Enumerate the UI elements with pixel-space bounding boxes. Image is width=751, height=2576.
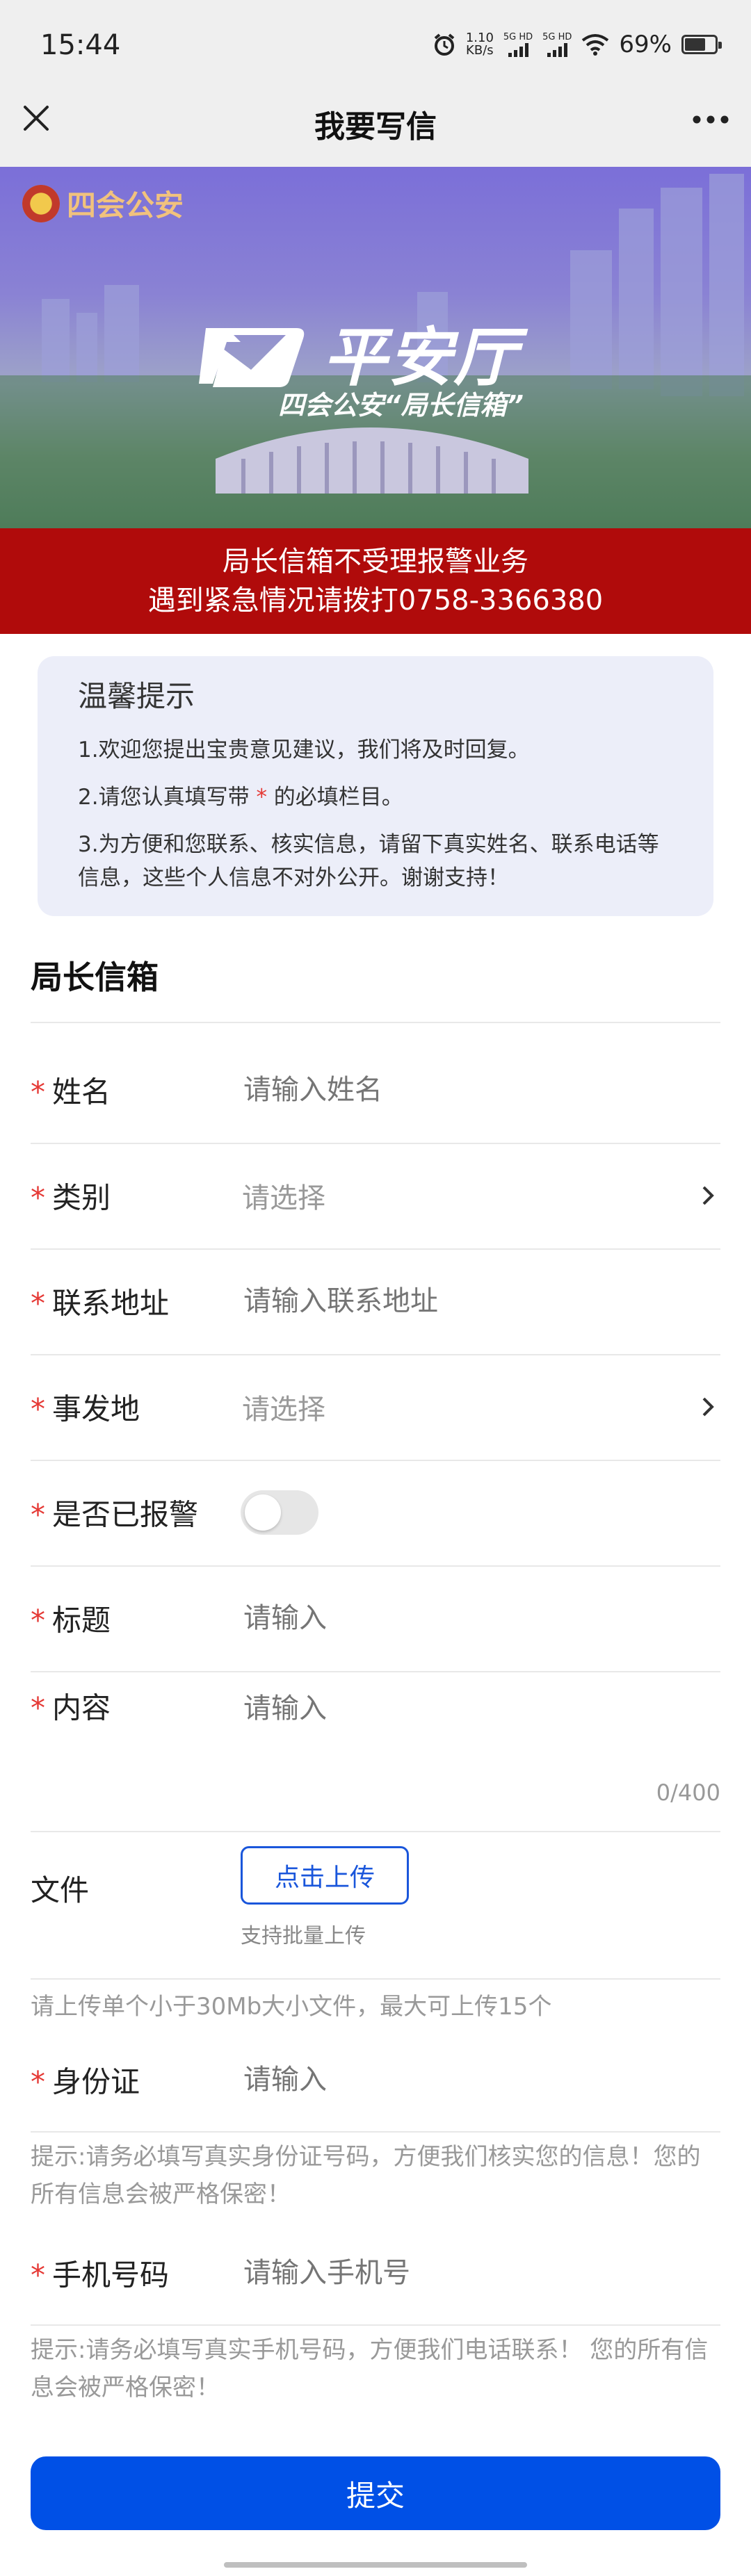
divider (31, 2131, 720, 2133)
page-title: 我要写信 (314, 109, 437, 145)
phone-hint: 提示:请务必填写真实手机号码，方便我们电话联系！ 您的所有信息会被严格保密！ (31, 2336, 709, 2402)
wifi-icon (582, 34, 609, 56)
file-label: 文件 (31, 1873, 90, 1907)
required-star: * (31, 2064, 45, 2099)
name-label: 姓名 (52, 1075, 111, 1109)
address-label: 联系地址 (52, 1286, 170, 1321)
content-label: 内容 (52, 1690, 111, 1725)
chevron-right-icon (702, 1397, 714, 1417)
more-icon[interactable] (691, 106, 730, 133)
subject-label: 标题 (52, 1603, 111, 1638)
char-counter: 0/400 (656, 1779, 720, 1806)
police-logo: 四会公安 (22, 182, 184, 225)
subject-row: * 标题 (31, 1565, 720, 1671)
location-label: 事发地 (52, 1392, 140, 1426)
required-star: * (31, 2258, 45, 2292)
upload-hint: 支持批量上传 (241, 1924, 366, 1948)
status-icons: 1.10 KB/s 5G HD 5G HD 69% (433, 29, 722, 60)
brand-subtitle: 四会公安“局长信箱” (278, 390, 524, 421)
emergency-notice: 局长信箱不受理报警业务 遇到紧急情况请拨打0758-3366380 (0, 528, 751, 634)
id-card-label: 身份证 (52, 2064, 140, 2099)
category-select[interactable]: 请选择 (242, 1175, 687, 1216)
subject-input[interactable] (242, 1601, 690, 1635)
tips-item: 1.欢迎您提出宝贵意见建议，我们将及时回复。 (78, 737, 530, 763)
section-title: 局长信箱 (31, 959, 159, 996)
location-select[interactable]: 请选择 (242, 1387, 687, 1427)
phone-row: * 手机号码 (31, 2222, 720, 2324)
file-note: 请上传单个小于30Mb大小文件，最大可上传15个 (31, 1993, 552, 2021)
required-star: * (31, 1286, 45, 1321)
mail-icon (199, 327, 305, 387)
status-time: 15:44 (40, 29, 121, 61)
battery-icon (681, 35, 722, 54)
required-star: * (256, 785, 267, 810)
reported-label: 是否已报警 (52, 1497, 199, 1532)
address-row: * 联系地址 (31, 1248, 720, 1354)
name-input[interactable] (242, 1073, 690, 1107)
required-star: * (31, 1690, 45, 1725)
network-speed: 1.10 KB/s (465, 31, 494, 58)
signal-icon: 5G HD (503, 33, 533, 57)
phone-input[interactable] (242, 2256, 690, 2290)
name-row: * 姓名 (31, 1037, 720, 1143)
reported-row: * 是否已报警 (31, 1460, 720, 1565)
submit-button[interactable]: 提交 (31, 2456, 720, 2530)
divider (31, 1978, 720, 1980)
id-card-hint: 提示:请务必填写真实身份证号码，方便我们核实您的信息！您的所有信息会被严格保密！ (31, 2143, 701, 2208)
tips-title: 温馨提示 (78, 679, 195, 713)
divider (31, 1022, 720, 1023)
content-row: * 内容 (31, 1671, 720, 1741)
toggle-knob (245, 1494, 281, 1531)
tips-item: 2.请您认真填写带 * 的必填栏目。 (78, 785, 403, 810)
category-label: 类别 (52, 1180, 111, 1215)
phone-label: 手机号码 (52, 2258, 170, 2292)
divider (31, 2324, 720, 2326)
required-star: * (31, 1497, 45, 1532)
home-indicator[interactable] (224, 2562, 527, 2568)
reported-toggle[interactable] (241, 1490, 318, 1535)
content-textarea[interactable] (242, 1692, 690, 1725)
tips-item: 3.为方便和您联系、核实信息，请留下真实姓名、联系电话等信息，这些个人信息不对外… (78, 832, 659, 890)
upload-button[interactable]: 点击上传 (241, 1846, 409, 1905)
signal-icon: 5G HD (542, 33, 572, 57)
id-card-input[interactable] (242, 2063, 690, 2096)
tips-card: 温馨提示 1.欢迎您提出宝贵意见建议，我们将及时回复。 2.请您认真填写带 * … (38, 656, 713, 916)
chevron-right-icon (702, 1186, 714, 1205)
address-input[interactable] (242, 1285, 690, 1318)
required-star: * (31, 1392, 45, 1426)
location-row[interactable]: * 事发地 请选择 (31, 1354, 720, 1460)
required-star: * (31, 1603, 45, 1638)
required-star: * (31, 1075, 45, 1109)
required-star: * (31, 1180, 45, 1215)
police-badge-icon (22, 184, 60, 222)
alarm-clock-icon (434, 33, 455, 56)
divider (31, 1831, 720, 1832)
category-row[interactable]: * 类别 请选择 (31, 1143, 720, 1248)
battery-percent: 69% (619, 31, 672, 58)
id-card-row: * 身份证 (31, 2028, 720, 2131)
